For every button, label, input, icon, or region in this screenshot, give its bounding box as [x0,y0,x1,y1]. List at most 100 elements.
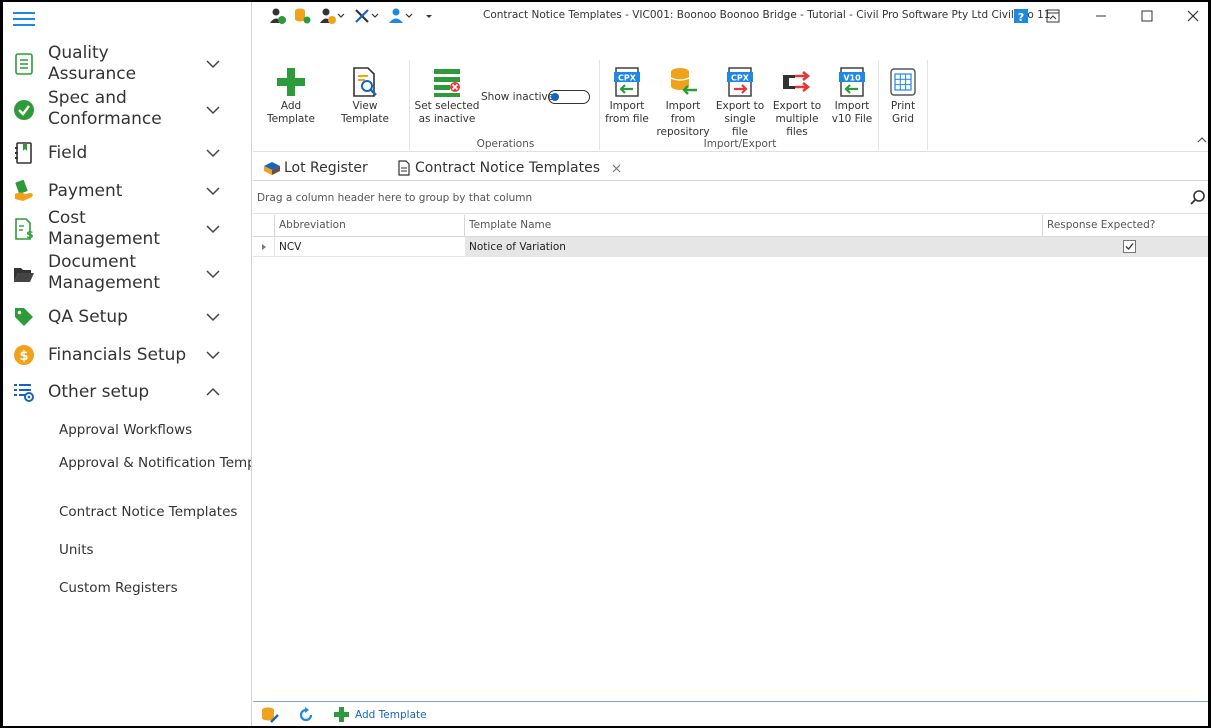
plus-icon [334,707,349,722]
cell-abbreviation[interactable]: NCV [275,237,465,257]
view-template-button[interactable]: View Template [329,64,401,126]
sidebar-item-label: Quality Assurance [48,43,137,84]
svg-text:?: ? [1018,11,1024,24]
chevron-down-icon[interactable] [205,145,221,161]
sidebar-item-spec-conformance[interactable]: Spec and Conformance [3,88,251,132]
import-v10-file-button[interactable]: V10 Import v10 File [829,64,875,126]
svg-text:V10: V10 [843,74,861,83]
svg-text:CPX: CPX [618,74,637,83]
chevron-down-icon[interactable] [205,102,221,118]
column-header-abbreviation[interactable]: Abbreviation [275,215,465,237]
sidebar-item-label: Cost Management [48,208,160,249]
templates-grid: Drag a column header here to group by th… [253,182,1208,702]
export-single-file-button[interactable]: CPX Export to single file [715,64,765,139]
sidebar-item-label: Financials Setup [48,344,187,365]
v10-import-icon: V10 [835,64,869,100]
close-window-icon[interactable] [1183,6,1203,26]
sidebar-item-label: Field [48,142,88,163]
database-users-icon[interactable] [293,7,311,25]
search-icon[interactable] [1190,190,1206,206]
clipboard-list-icon [13,53,35,75]
maximize-icon[interactable] [1137,6,1157,26]
user-green-icon[interactable] [269,7,287,25]
sidebar-item-label: QA Setup [48,306,128,327]
help-icon[interactable]: ? [1011,6,1031,26]
print-grid-button[interactable]: Print Grid [882,64,924,126]
group-by-panel[interactable]: Drag a column header here to group by th… [253,182,1208,214]
minimize-icon[interactable] [1091,6,1111,26]
import-from-file-button[interactable]: CPX Import from file [604,64,650,126]
chevron-down-icon[interactable] [371,12,379,20]
chevron-down-icon[interactable] [205,56,221,72]
close-tab-icon[interactable] [612,164,621,173]
sidebar-item-document-management[interactable]: Document Management [3,252,251,296]
table-row[interactable]: NCV Notice of Variation [253,237,1208,257]
response-expected-checkbox[interactable] [1123,240,1136,253]
chevron-up-icon[interactable] [205,384,221,400]
cell-response-expected[interactable] [1043,237,1208,257]
tools-icon[interactable] [353,7,371,25]
database-import-icon [666,64,700,100]
list-remove-icon [430,64,464,100]
chevron-down-icon[interactable] [205,266,221,282]
sidebar-subitem-approval-notification-templates[interactable]: Approval & Notification Templates [59,455,251,471]
tab-lot-register[interactable]: Lot Register [263,157,368,179]
user-blue-icon[interactable] [387,7,405,25]
statusbar-add-template-button[interactable]: Add Template [333,706,427,723]
chevron-down-icon[interactable] [337,12,345,20]
sidebar-item-financials-setup[interactable]: $ Financials Setup [3,343,251,367]
hamburger-menu-icon[interactable] [13,12,35,28]
database-edit-icon[interactable] [261,706,279,724]
payment-hand-icon [13,180,35,202]
collapse-ribbon-icon[interactable] [1197,136,1207,144]
checkmark-circle-icon [13,99,35,121]
grid-print-icon [886,64,920,100]
cpx-import-icon: CPX [610,64,644,100]
user-dropdown-icon[interactable] [319,7,337,25]
chevron-down-icon[interactable] [205,347,221,363]
sidebar-subitem-contract-notice-templates[interactable]: Contract Notice Templates [59,504,237,520]
sidebar-item-quality-assurance[interactable]: Quality Assurance [3,43,251,84]
column-header-template-name[interactable]: Template Name [465,215,1043,237]
tab-contract-notice-templates[interactable]: Contract Notice Templates [397,157,621,179]
sidebar-item-field[interactable]: Field [3,141,251,165]
window-title: Contract Notice Templates - VIC001: Boon… [483,9,1051,21]
chevron-down-icon[interactable] [205,183,221,199]
sidebar-subitem-custom-registers[interactable]: Custom Registers [59,580,178,596]
ribbon-display-icon[interactable] [1043,6,1063,26]
set-inactive-button[interactable]: Set selected as inactive [413,64,481,126]
sidebar-item-payment[interactable]: Payment [3,179,251,203]
row-expand-icon[interactable] [260,243,268,251]
field-book-icon [13,142,35,164]
document-icon [398,160,410,176]
column-header-response-expected[interactable]: Response Expected? [1043,215,1208,237]
document-tabs: Lot Register Contract Notice Templates [253,153,1208,181]
operations-group-label: Operations [476,138,535,150]
refresh-icon[interactable] [298,707,314,723]
import-from-repository-button[interactable]: Import from repository [652,64,714,139]
sidebar-item-qa-setup[interactable]: QA Setup [3,305,251,329]
chevron-down-icon[interactable] [405,12,413,20]
export-multiple-files-button[interactable]: Export to multiple files [766,64,828,139]
sidebar-item-label: Spec and Conformance [48,88,162,129]
sidebar-item-other-setup[interactable]: Other setup [3,380,251,404]
sidebar-subitem-units[interactable]: Units [59,542,94,558]
document-search-icon [348,64,382,100]
show-inactive-toggle[interactable] [548,90,590,104]
chevron-down-icon[interactable] [205,309,221,325]
cost-document-icon: $ [13,218,35,240]
cpx-export-icon: CPX [723,64,757,100]
cell-template-name[interactable]: Notice of Variation [465,237,1043,257]
import-export-group-label: Import/Export [703,138,777,150]
row-indicator[interactable] [253,237,275,257]
svg-text:$: $ [19,349,28,364]
quick-access-toolbar [269,7,433,25]
chevron-down-icon[interactable] [205,221,221,237]
customize-toolbar-icon[interactable] [425,12,433,20]
sidebar-subitem-approval-workflows[interactable]: Approval Workflows [59,422,192,438]
dollar-coin-icon: $ [13,344,35,366]
add-template-button[interactable]: Add Template [258,64,324,126]
svg-text:$: $ [26,228,34,240]
export-multiple-icon [780,64,814,100]
sidebar-item-cost-management[interactable]: $ Cost Management [3,208,251,249]
